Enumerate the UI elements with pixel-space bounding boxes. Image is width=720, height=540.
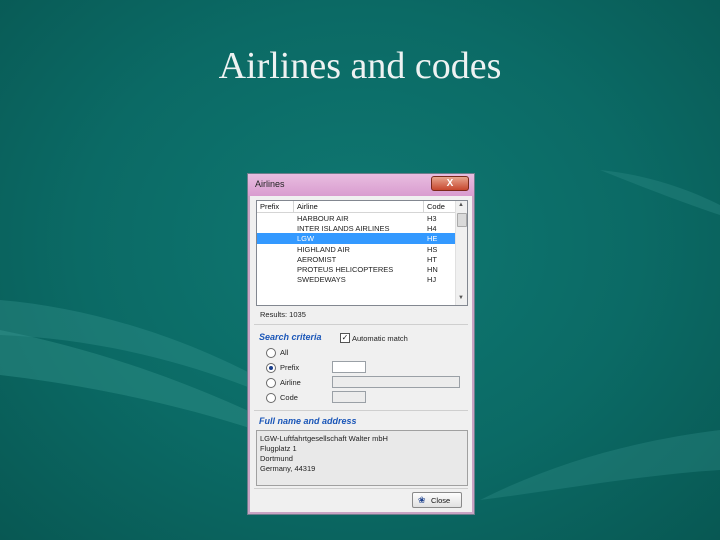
prefix-input[interactable]: [332, 361, 366, 373]
cell-code: H3: [427, 214, 437, 223]
scroll-thumb[interactable]: [457, 213, 467, 227]
cell-code: HE: [427, 234, 438, 244]
code-input[interactable]: [332, 391, 366, 403]
radio-code[interactable]: [266, 393, 276, 403]
table-row[interactable]: PROTEUS HELICOPTERES HN: [257, 264, 455, 274]
dialog-client: Prefix Airline Code HARBOUR AIR H3 INTER I…: [254, 196, 468, 508]
table-row[interactable]: HARBOUR AIR H3: [257, 213, 455, 223]
close-button-label: Close: [431, 496, 451, 505]
table-row[interactable]: AEROMIST HT: [257, 254, 455, 264]
divider: [254, 324, 468, 325]
cell-airline: INTER ISLANDS AIRLINES: [297, 224, 390, 234]
scroll-up-icon[interactable]: ▲: [458, 202, 464, 208]
column-header-airline[interactable]: Airline: [297, 202, 318, 211]
slide-title: Airlines and codes: [218, 45, 502, 87]
column-header-code[interactable]: Code: [427, 202, 445, 211]
list-header: Prefix Airline Code: [257, 201, 455, 213]
airline-input[interactable]: [332, 376, 460, 388]
radio-all-label: All: [280, 348, 289, 357]
airlines-list[interactable]: Prefix Airline Code HARBOUR AIR H3 INTER I…: [256, 200, 468, 306]
list-rows: HARBOUR AIR H3 INTER ISLANDS AIRLINES H4 LGW…: [257, 213, 455, 284]
search-criteria-title: Search criteria: [259, 332, 322, 342]
address-line: Dortmund: [260, 454, 293, 463]
automatic-match-label: Automatic match: [352, 334, 408, 343]
cell-airline: AEROMIST: [297, 254, 337, 264]
cell-airline: SWEDEWAYS: [297, 275, 346, 285]
divider: [254, 488, 468, 489]
table-row[interactable]: LGW HE: [257, 233, 455, 244]
radio-prefix[interactable]: [266, 363, 276, 373]
dialog-title: Airlines: [255, 179, 285, 189]
address-box: LGW-Luftfahrtgesellschaft Walter mbH Flu…: [256, 430, 468, 486]
cell-airline: PROTEUS HELICOPTERES: [297, 264, 394, 274]
cell-code: HT: [427, 254, 437, 264]
results-count: Results: 1035: [260, 310, 306, 319]
radio-airline[interactable]: [266, 378, 276, 388]
cell-code: HN: [427, 264, 438, 274]
full-name-address-title: Full name and address: [259, 416, 357, 426]
cell-airline: HIGHLAND AIR: [297, 244, 350, 254]
column-header-prefix[interactable]: Prefix: [260, 202, 279, 211]
list-scrollbar[interactable]: ▲ ▼: [455, 201, 467, 305]
cell-code: HJ: [427, 275, 437, 285]
table-row[interactable]: INTER ISLANDS AIRLINES H4: [257, 223, 455, 233]
table-row[interactable]: SWEDEWAYS HJ: [257, 274, 455, 284]
cell-code: H4: [427, 224, 437, 234]
cell-airline: HARBOUR AIR: [297, 214, 349, 223]
radio-prefix-label: Prefix: [280, 363, 300, 372]
cell-airline: LGW: [297, 234, 315, 244]
cell-code: HS: [427, 244, 438, 254]
address-line: Flugplatz 1: [260, 444, 297, 453]
radio-code-label: Code: [280, 393, 298, 402]
automatic-match-checkbox[interactable]: ✓: [340, 333, 350, 343]
table-row[interactable]: HIGHLAND AIR HS: [257, 244, 455, 254]
address-line: LGW-Luftfahrtgesellschaft Walter mbH: [260, 434, 388, 443]
radio-all[interactable]: [266, 348, 276, 358]
address-line: Germany, 44319: [260, 464, 316, 473]
close-icon[interactable]: X: [431, 176, 469, 191]
divider: [254, 410, 468, 411]
close-button[interactable]: ❀ Close: [412, 492, 462, 508]
scroll-down-icon[interactable]: ▼: [458, 295, 464, 301]
paw-icon: ❀: [418, 495, 426, 505]
radio-airline-label: Airline: [280, 378, 301, 387]
title-bar[interactable]: Airlines X: [248, 174, 474, 196]
airlines-dialog: Airlines X Prefix Airline Code HARBOUR A…: [247, 173, 475, 515]
